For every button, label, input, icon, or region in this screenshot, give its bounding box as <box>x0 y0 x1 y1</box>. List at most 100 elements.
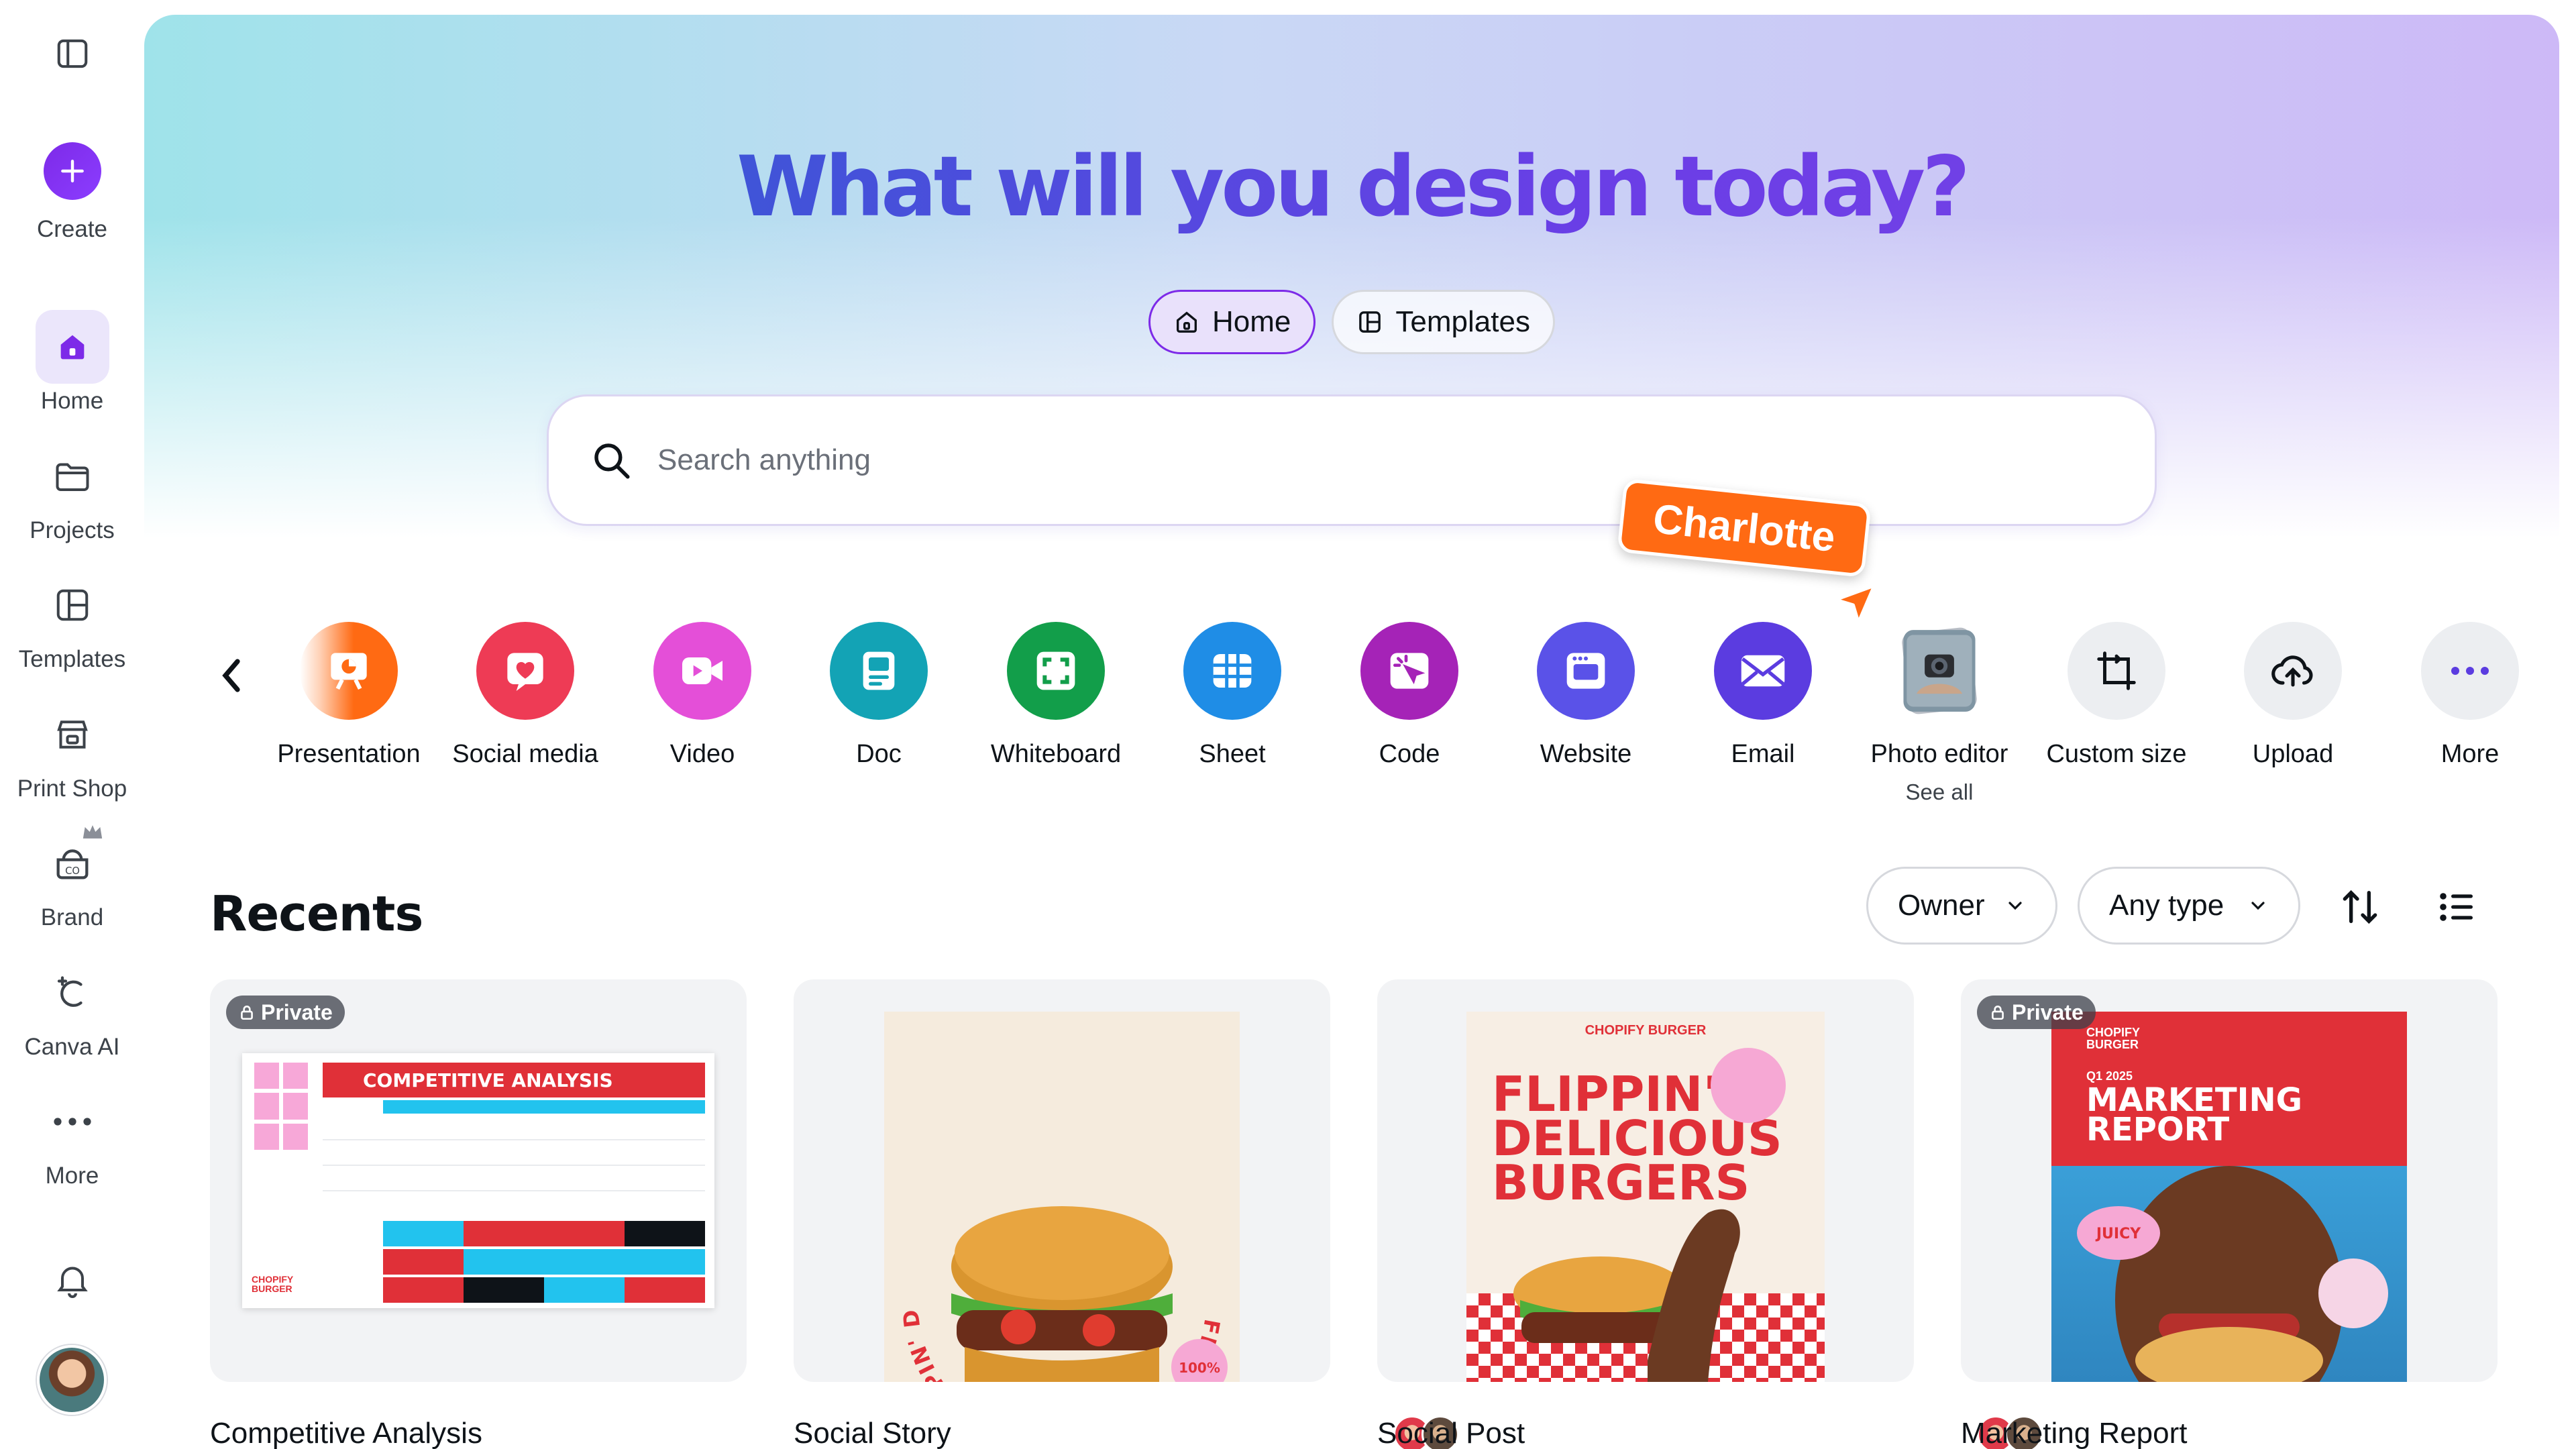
quick-action-doc[interactable]: Doc <box>798 622 959 769</box>
quick-action-social-media[interactable]: Social media <box>445 622 606 769</box>
sidebar-toggle-icon[interactable] <box>52 34 93 74</box>
code-icon <box>1360 622 1458 720</box>
quick-action-custom-size[interactable]: Custom size <box>2036 622 2197 769</box>
canva-ai-icon <box>36 956 109 1030</box>
see-all-link[interactable]: See all <box>1906 780 1974 805</box>
quick-action-upload[interactable]: Upload <box>2212 622 2373 769</box>
sidebar-item-more[interactable]: More <box>0 1085 144 1189</box>
sidebar-item-projects[interactable]: Projects <box>0 439 144 544</box>
quick-action-video[interactable]: Video <box>622 622 783 769</box>
recent-design-card[interactable]: CHOPIFY BURGER FLIPPIN' DELICIOUS BURGER… <box>1377 979 1914 1382</box>
quick-action-photo-editor[interactable]: Photo editor See all <box>1859 622 2020 805</box>
sidebar-item-label: Brand <box>40 904 104 930</box>
recent-design-card[interactable]: FLIPPIN' DELICIOUS · FLIPPIN' DELICIOUS … <box>794 979 1330 1382</box>
design-title[interactable]: Social Post <box>1377 1417 1525 1449</box>
quick-action-label: Presentation <box>277 740 421 768</box>
search-icon <box>594 443 630 479</box>
heart-icon <box>476 622 574 720</box>
search-placeholder: Search anything <box>657 443 871 476</box>
svg-text:CO: CO <box>65 865 80 877</box>
owner-filter[interactable]: Owner <box>1866 867 2057 945</box>
sidebar-item-home[interactable]: Home <box>0 310 144 415</box>
templates-icon <box>1359 311 1381 333</box>
private-badge: Private <box>1977 996 2096 1029</box>
bell-icon[interactable] <box>52 1260 93 1300</box>
type-filter-label: Any type <box>2109 889 2224 922</box>
crown-icon <box>83 825 102 839</box>
design-title[interactable]: Marketing Report <box>1961 1417 2187 1449</box>
list-view-icon[interactable] <box>2433 883 2480 930</box>
quick-action-label: Code <box>1379 740 1440 768</box>
sidebar-item-brand[interactable]: CO Brand <box>0 825 144 931</box>
design-title[interactable]: Competitive Analysis <box>210 1417 482 1449</box>
design-thumbnail: COMPETITIVE ANALYSIS CHOPIFY BURGER <box>242 1053 714 1308</box>
owner-filter-label: Owner <box>1898 889 1985 922</box>
badge-label: Private <box>261 1000 333 1024</box>
sidebar-item-label: Canva AI <box>24 1034 120 1060</box>
resize-icon <box>2068 622 2165 720</box>
store-icon <box>36 698 109 771</box>
quick-action-code[interactable]: Code <box>1329 622 1490 769</box>
lock-icon <box>1992 1006 2004 1020</box>
search-input[interactable]: Search anything <box>547 394 2157 526</box>
lock-icon <box>241 1006 253 1020</box>
brand-icon: CO <box>36 825 109 900</box>
quick-action-email[interactable]: Email <box>1682 622 1843 769</box>
tab-label: Home <box>1212 305 1291 338</box>
thumbnail-brand: CHOPIFY BURGER <box>252 1274 293 1294</box>
photo-editor-icon <box>1890 622 1988 720</box>
doc-icon <box>830 622 928 720</box>
left-rail: Create Home Projects Templates Print Sho… <box>0 0 144 1449</box>
quick-action-label: Email <box>1731 740 1795 768</box>
design-thumbnail: CHOPIFY BURGER FLIPPIN' DELICIOUS BURGER… <box>1466 1012 1825 1382</box>
type-filter[interactable]: Any type <box>2078 867 2300 945</box>
recent-design-card[interactable]: COMPETITIVE ANALYSIS CHOPIFY BURGER Priv… <box>210 979 747 1382</box>
sidebar-item-templates[interactable]: Templates <box>0 568 144 673</box>
quick-action-label: More <box>2440 740 2500 768</box>
email-icon <box>1714 622 1812 720</box>
chevron-left-icon[interactable] <box>218 655 245 699</box>
sidebar-item-label: Print Shop <box>17 775 127 802</box>
thumbnail-sticker: 100% <box>1179 1360 1220 1376</box>
private-badge: Private <box>226 996 345 1029</box>
page-title: What will you design today? <box>144 139 2559 235</box>
quick-action-label: Doc <box>856 740 902 768</box>
thumbnail-sticker: JUICY <box>2095 1226 2141 1242</box>
recent-design-card[interactable]: CHOPIFY BURGER Q1 2025 MARKETING REPORT … <box>1961 979 2498 1382</box>
quick-action-whiteboard[interactable]: Whiteboard <box>975 622 1136 769</box>
presentation-icon <box>300 622 398 720</box>
design-thumbnail: FLIPPIN' DELICIOUS · FLIPPIN' DELICIOUS … <box>884 1012 1240 1382</box>
design-title[interactable]: Social Story <box>794 1417 951 1449</box>
create-button[interactable]: Create <box>0 142 144 243</box>
home-icon <box>35 310 109 384</box>
hero-tabs: Home Templates <box>144 290 2559 354</box>
avatar[interactable] <box>37 1345 107 1415</box>
quick-action-label: Upload <box>2252 740 2334 768</box>
quick-action-more[interactable]: More <box>2390 622 2551 769</box>
sidebar-item-print-shop[interactable]: Print Shop <box>0 698 144 802</box>
plus-icon <box>43 142 101 200</box>
design-thumbnail: CHOPIFY BURGER Q1 2025 MARKETING REPORT … <box>2051 1012 2407 1382</box>
tab-label: Templates <box>1395 305 1530 338</box>
main-panel: What will you design today? Home Templat… <box>144 15 2559 1449</box>
sort-icon[interactable] <box>2337 883 2383 930</box>
sidebar-item-label: Projects <box>30 517 115 543</box>
quick-action-label: Video <box>669 740 735 768</box>
tab-home[interactable]: Home <box>1148 290 1316 354</box>
quick-action-label: Whiteboard <box>990 740 1122 768</box>
quick-action-label: Sheet <box>1199 740 1266 768</box>
badge-label: Private <box>2012 1000 2084 1024</box>
cloud-upload-icon <box>2244 622 2342 720</box>
sidebar-item-label: Templates <box>18 646 126 672</box>
quick-action-presentation[interactable]: Presentation <box>268 622 429 769</box>
chevron-down-icon <box>2008 902 2022 910</box>
thumbnail-heading: COMPETITIVE ANALYSIS <box>323 1063 705 1097</box>
create-label: Create <box>36 216 108 242</box>
tab-templates[interactable]: Templates <box>1332 290 1555 354</box>
sidebar-item-canva-ai[interactable]: Canva AI <box>0 956 144 1061</box>
quick-action-label: Photo editor <box>1870 740 2008 768</box>
website-icon <box>1537 622 1635 720</box>
sidebar-item-label: Home <box>40 388 104 414</box>
quick-action-sheet[interactable]: Sheet <box>1152 622 1313 769</box>
quick-action-website[interactable]: Website <box>1505 622 1666 769</box>
